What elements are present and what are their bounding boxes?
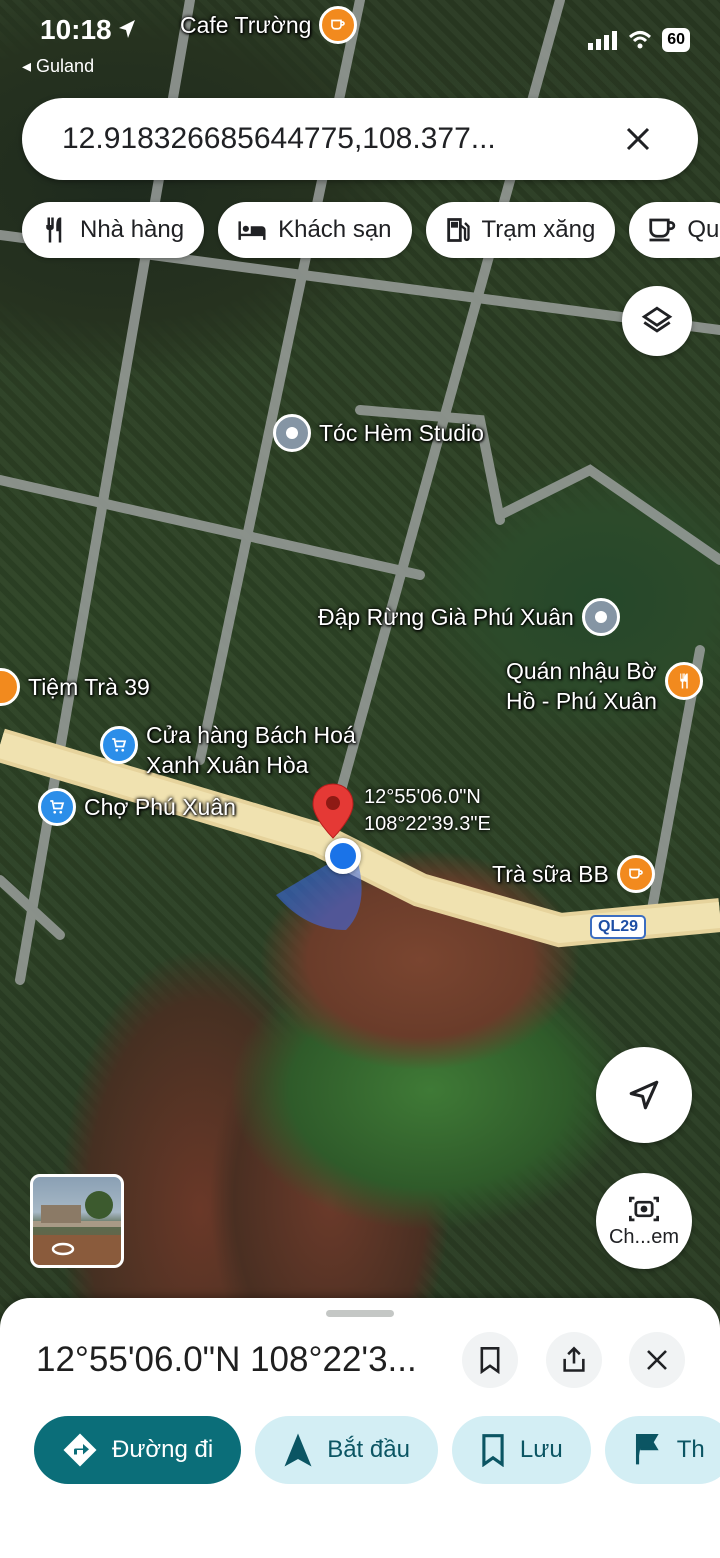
poi-label-line2: Hồ - Phú Xuân [506, 688, 657, 714]
status-icons: 60 [588, 28, 690, 52]
wifi-icon [629, 31, 652, 49]
road-shield: QL29 [590, 915, 647, 939]
poi-label: Trà sữa BB [492, 861, 609, 887]
poi-cafe-truong[interactable]: Cafe Trường [180, 6, 358, 44]
poi-label: Tóc Hèm Studio [319, 420, 484, 446]
location-arrow-icon [119, 20, 135, 38]
chip-hotels[interactable]: Khách sạn [218, 202, 412, 258]
sheet-drag-handle[interactable] [326, 1310, 394, 1317]
status-time: 10:18 [40, 14, 112, 45]
cafe-icon [0, 668, 20, 706]
poi-label: Đập Rừng Già Phú Xuân [318, 604, 574, 630]
cafe-icon [616, 855, 655, 893]
poi-tiem-tra-39[interactable]: Tiệm Trà 39 [0, 668, 150, 706]
flag-icon [635, 1434, 659, 1465]
my-location-dot [325, 838, 361, 874]
lens-label: Ch...em [608, 1225, 680, 1248]
chip-cafes[interactable]: Qu [629, 202, 720, 258]
bookmark-icon [482, 1434, 504, 1467]
save-bookmark-button[interactable] [462, 1332, 518, 1388]
cafe-icon [319, 6, 358, 44]
layers-icon [641, 306, 673, 333]
street-view-preview [33, 1191, 121, 1265]
shopping-cart-icon [38, 788, 76, 826]
action-buttons: Đường đi Bắt đầu Lưu Th [34, 1416, 720, 1484]
chip-label: Qu [687, 216, 720, 243]
chip-label: Nhà hàng [80, 216, 185, 243]
directions-icon [63, 1433, 97, 1467]
pin-latitude: 12°55'06.0"N [364, 786, 481, 808]
shopping-cart-icon [100, 726, 138, 764]
map-layers-button[interactable] [622, 286, 692, 356]
cafe-icon [649, 218, 676, 242]
poi-bach-hoa-xanh[interactable]: Cửa hàng Bách Hoá Xanh Xuân Hòa [100, 720, 356, 780]
chip-label: Trạm xăng [481, 216, 596, 243]
pin-coordinates: 12°55'06.0"N 108°22'39.3"E [364, 784, 491, 838]
cellular-signal-icon [588, 31, 618, 50]
camera-search-icon [629, 1196, 659, 1221]
back-to-app-link[interactable]: ◂ Guland [22, 56, 94, 77]
directions-label: Đường đi [112, 1436, 214, 1463]
gas-station-icon [446, 218, 470, 242]
poi-cho-phu-xuan[interactable]: Chợ Phú Xuân [38, 788, 236, 826]
poi-toc-hem-studio[interactable]: Tóc Hèm Studio [273, 414, 484, 452]
place-bottom-sheet[interactable]: 12°55'06.0"N 108°22'3... Đường đi Bắt đầ… [0, 1298, 720, 1558]
share-button[interactable] [546, 1332, 602, 1388]
start-navigation-button[interactable]: Bắt đầu [255, 1416, 438, 1484]
street-view-thumbnail[interactable] [30, 1174, 124, 1268]
close-icon [647, 1350, 667, 1370]
chip-restaurants[interactable]: Nhà hàng [22, 202, 205, 258]
directions-button[interactable]: Đường đi [34, 1416, 242, 1484]
bookmark-icon [480, 1347, 500, 1374]
place-pin-icon [581, 598, 620, 636]
navigation-arrow-icon [629, 1080, 659, 1110]
share-icon [563, 1346, 585, 1372]
search-bar[interactable]: 12.918326685644775,108.377... [22, 98, 698, 180]
close-sheet-button[interactable] [629, 1332, 685, 1388]
my-location-button[interactable] [596, 1047, 692, 1143]
start-label: Bắt đầu [327, 1436, 410, 1463]
place-title: 12°55'06.0"N 108°22'3... [36, 1340, 417, 1379]
poi-label-line2: Xanh Xuân Hòa [146, 752, 309, 778]
clear-search-button[interactable] [618, 119, 658, 159]
poi-tra-sua-bb[interactable]: Trà sữa BB [492, 855, 655, 893]
save-label: Lưu [519, 1436, 563, 1463]
poi-quan-nhau-bo-ho[interactable]: Quán nhậu Bờ Hồ - Phú Xuân [506, 656, 703, 716]
more-action-button[interactable]: Th [604, 1416, 720, 1484]
save-button[interactable]: Lưu [451, 1416, 591, 1484]
hotel-icon [238, 221, 266, 240]
chip-label: Khách sạn [278, 216, 392, 243]
poi-dap-rung-gia[interactable]: Đập Rừng Già Phú Xuân [318, 598, 620, 636]
dropped-pin-icon[interactable] [310, 782, 356, 840]
more-action-label: Th [676, 1436, 705, 1463]
restaurant-icon [46, 217, 62, 243]
poi-label-line1: Quán nhậu Bờ [506, 658, 657, 684]
chip-gas-stations[interactable]: Trạm xăng [425, 202, 616, 258]
close-icon [626, 127, 650, 151]
poi-label: Cafe Trường [180, 12, 312, 38]
poi-label: Tiệm Trà 39 [28, 674, 150, 700]
navigation-arrow-icon [284, 1433, 312, 1467]
restaurant-icon [664, 662, 703, 700]
poi-label: Chợ Phú Xuân [84, 794, 236, 820]
lens-search-button[interactable]: Ch...em [596, 1173, 692, 1269]
category-chips: Nhà hàng Khách sạn Trạm xăng Qu [22, 202, 720, 258]
battery-indicator: 60 [662, 28, 690, 52]
pin-longitude: 108°22'39.3"E [364, 813, 491, 835]
poi-label-line1: Cửa hàng Bách Hoá [146, 722, 356, 748]
place-pin-icon [273, 414, 311, 452]
search-input[interactable]: 12.918326685644775,108.377... [62, 122, 618, 156]
